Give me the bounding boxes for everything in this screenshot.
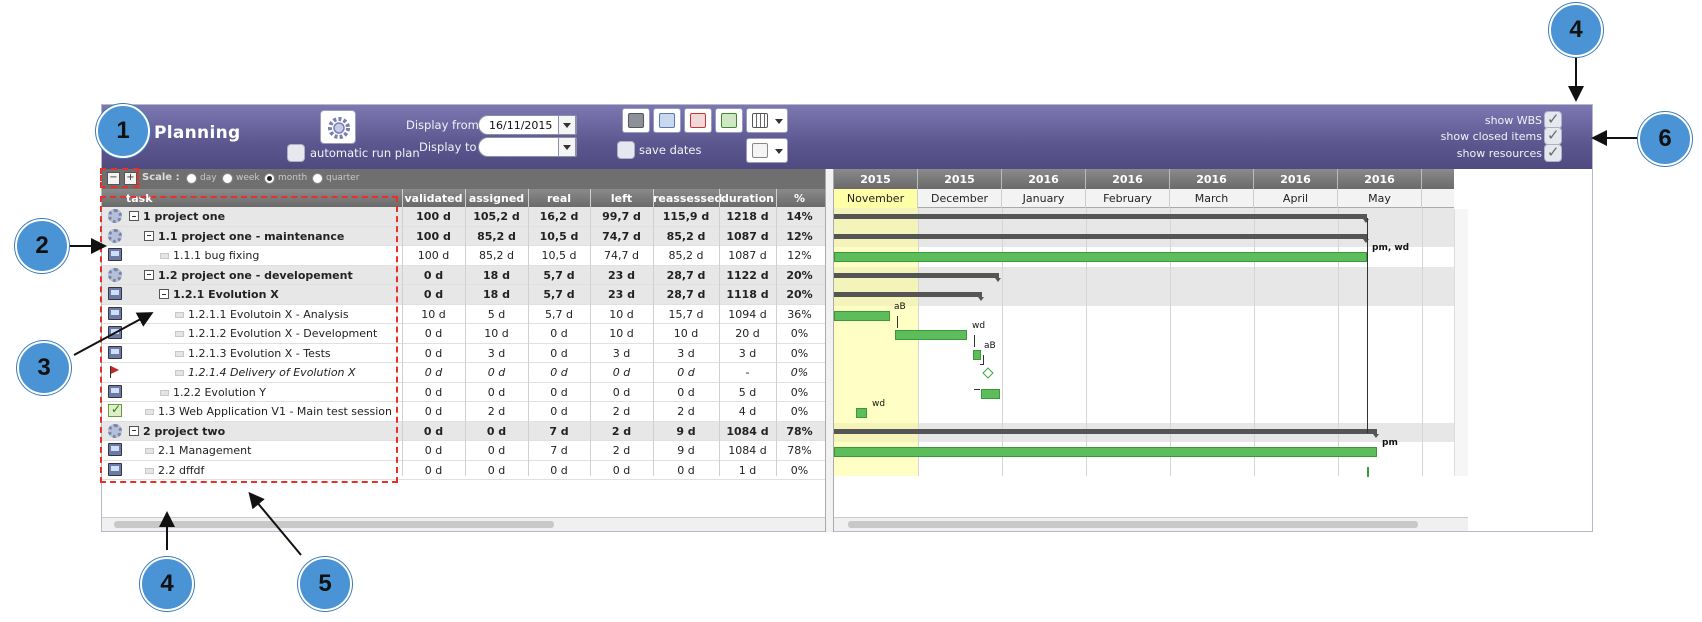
annotation-badge-1: 1 [96,104,150,158]
annotation-badge-3: 3 [17,341,71,395]
annotation-badge-4-bottom: 4 [140,557,194,611]
annotation-badge-2: 2 [15,219,69,273]
annotation-arrows [67,58,1637,556]
annotation-badge-4-top: 4 [1549,3,1603,57]
screenshot-stage: { "header": { "title": "Planning", "auto… [0,0,1702,622]
annotation-badge-5: 5 [298,557,352,611]
annotation-badge-6: 6 [1638,112,1692,166]
